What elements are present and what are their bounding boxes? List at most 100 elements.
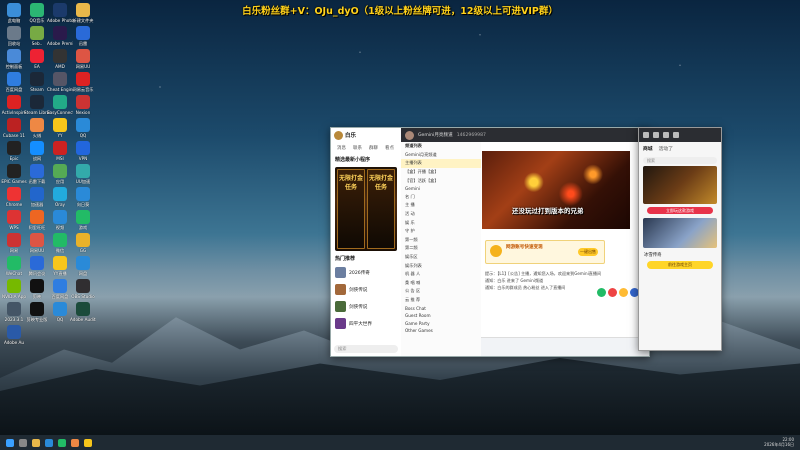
start-icon[interactable] [6,438,14,447]
gift-icon[interactable] [608,288,617,297]
desktop-icon[interactable]: 游戏 [70,210,96,230]
list-item[interactable]: 四平大世界 [331,315,401,332]
desktop-icon-label: 网易云音乐 [72,87,94,92]
chat-input-bar[interactable] [481,337,649,356]
play-game-button[interactable]: 立即玩这款游戏 [647,207,713,214]
app-icon [7,3,21,17]
search-icon[interactable] [19,438,27,447]
list-item[interactable]: 2026传奇 [331,264,401,281]
channel-list-item[interactable]: 娱乐列表 [401,261,481,270]
yy-icon[interactable] [84,438,92,447]
channel-list-item[interactable]: Boss Chat [401,304,481,312]
channel-list-item[interactable]: 第二频 [401,244,481,253]
edge-icon[interactable] [45,438,53,447]
promo-card[interactable]: 无限打金任务 [367,169,395,249]
desktop-icon[interactable]: 向日葵 [70,187,96,207]
yy-toolbar: Gemini月亮频道 1462969987 [401,128,649,142]
chat-window[interactable]: 白乐 消息 联系 群聊 看点 精选最新小程序 无限打金任务 无限打金任务 热门推… [330,127,650,357]
gamepad-icon[interactable] [663,132,669,138]
desktop-icon[interactable]: VPN [70,141,96,161]
channel-list-item[interactable]: Guest Room [401,312,481,320]
search-input[interactable]: 搜索 [334,345,398,353]
sell-button[interactable]: 一键出售 [578,248,598,256]
avatar[interactable] [334,130,343,140]
channel-list-item[interactable]: 活 动 [401,210,481,219]
desktop-icon[interactable]: QQ [70,118,96,138]
tab-messages[interactable]: 消息 [337,145,346,151]
ad-banner[interactable]: 网游账号快速变现 一键出售 [485,240,605,264]
channel-list-item[interactable]: Gemini [401,185,481,193]
game-title: 冰雪传奇 [644,253,662,258]
app-icon [30,72,44,86]
channel-list-item[interactable]: 娱 乐 [401,218,481,227]
promo-card[interactable]: 无限打金任务 [337,169,365,249]
app-icon [76,3,90,17]
gift-bar [597,288,639,297]
channel-list-header: 频道列表 [405,143,422,149]
wechat-icon[interactable] [58,438,66,447]
channel-list-item[interactable]: 公 告 区 [401,287,481,296]
channel-name: Gemini月亮频道 [418,133,453,138]
desktop-icon[interactable]: 网易云音乐 [70,72,96,92]
app-icon [76,210,90,224]
app-icon [7,279,21,293]
desktop-icon[interactable]: Adobe Au [1,325,27,345]
channel-list-item[interactable]: 名 门 [401,193,481,202]
home-icon[interactable] [643,132,649,138]
desktop-icon[interactable]: 新建文件夹 [70,3,96,23]
tab-shop[interactable]: 商城 [643,145,653,152]
desktop-icon[interactable]: OBS Studio [70,279,96,299]
app-icon [76,256,90,270]
clock[interactable]: 22:00 2026年4月16日 [764,437,794,447]
gift-icon[interactable] [597,288,606,297]
fan-group-banner: 白乐粉丝群+V：OJu_dyO（1级以上粉丝牌可进，12级以上可进VIP群） [242,6,558,17]
app-icon [7,210,21,224]
list-item[interactable]: 剑侠传说 [331,281,401,298]
channel-list-item[interactable]: 桑 唱 喊 [401,279,481,288]
desktop-icon[interactable]: Nexion [70,95,96,115]
live-video[interactable]: 还没玩过打到版本的兄弟 [482,151,630,229]
channel-list-item[interactable]: 主播列表 [401,159,481,168]
channel-list-item[interactable]: Gemini月亮频道 [401,151,481,160]
tab-activity[interactable]: 活动了 [659,145,673,152]
app-icon [30,49,44,63]
gift-icon[interactable] [619,288,628,297]
settings-icon[interactable] [673,132,679,138]
tab-contacts[interactable]: 联系 [353,145,362,151]
app-icon [30,164,44,178]
app-icon [7,26,21,40]
app-icon[interactable] [71,438,79,447]
app-icon [30,141,44,155]
desktop-icon[interactable]: 网盘 [70,256,96,276]
channel-list-item[interactable]: 机 器 人 [401,270,481,279]
channel-list-item[interactable]: 守 护 [401,227,481,236]
desktop-icon[interactable]: Adobe Audition [70,302,96,322]
channel-list-item[interactable]: 【盒】开播【盒】 [401,168,481,177]
channel-list-item[interactable]: 第一频 [401,236,481,245]
search-input[interactable]: 搜索 [643,157,717,164]
app-icon [53,118,67,132]
tab-groups[interactable]: 群聊 [369,145,378,151]
desktop-icon[interactable]: 迅雷 [70,26,96,46]
channel-list-item[interactable]: 娱乐区 [401,253,481,262]
channel-list-item[interactable]: 云 推 荐 [401,296,481,305]
promo-banner[interactable]: 无限打金任务 无限打金任务 [335,167,397,251]
desktop-icon[interactable]: GG [70,233,96,253]
shop-panel: 商城 活动了 搜索 立即玩这款游戏 冰雪传奇 前往游戏主页 [638,127,722,351]
channel-list-item[interactable]: 主 播 [401,201,481,210]
game-home-button[interactable]: 前往游戏主页 [647,261,713,269]
tab-feeds[interactable]: 看点 [385,145,394,151]
desktop-icon[interactable]: UU加速 [70,164,96,184]
game-banner[interactable] [643,218,717,248]
desktop-icon[interactable]: 网易UU [70,49,96,69]
avatar[interactable] [405,130,414,140]
taskbar: 22:00 2026年4月16日 [0,435,800,450]
channel-list-item[interactable]: Game Party [401,319,481,327]
channel-list-item[interactable]: 【官】活跃【盒】 [401,176,481,185]
grid-icon[interactable] [653,132,659,138]
desktop-icon-label: 网易UU [75,64,91,69]
list-item[interactable]: 剑侠传说 [331,298,401,315]
channel-list-item[interactable]: Other Games [401,327,481,335]
folder-icon[interactable] [32,438,40,447]
game-promo-video[interactable] [643,166,717,204]
